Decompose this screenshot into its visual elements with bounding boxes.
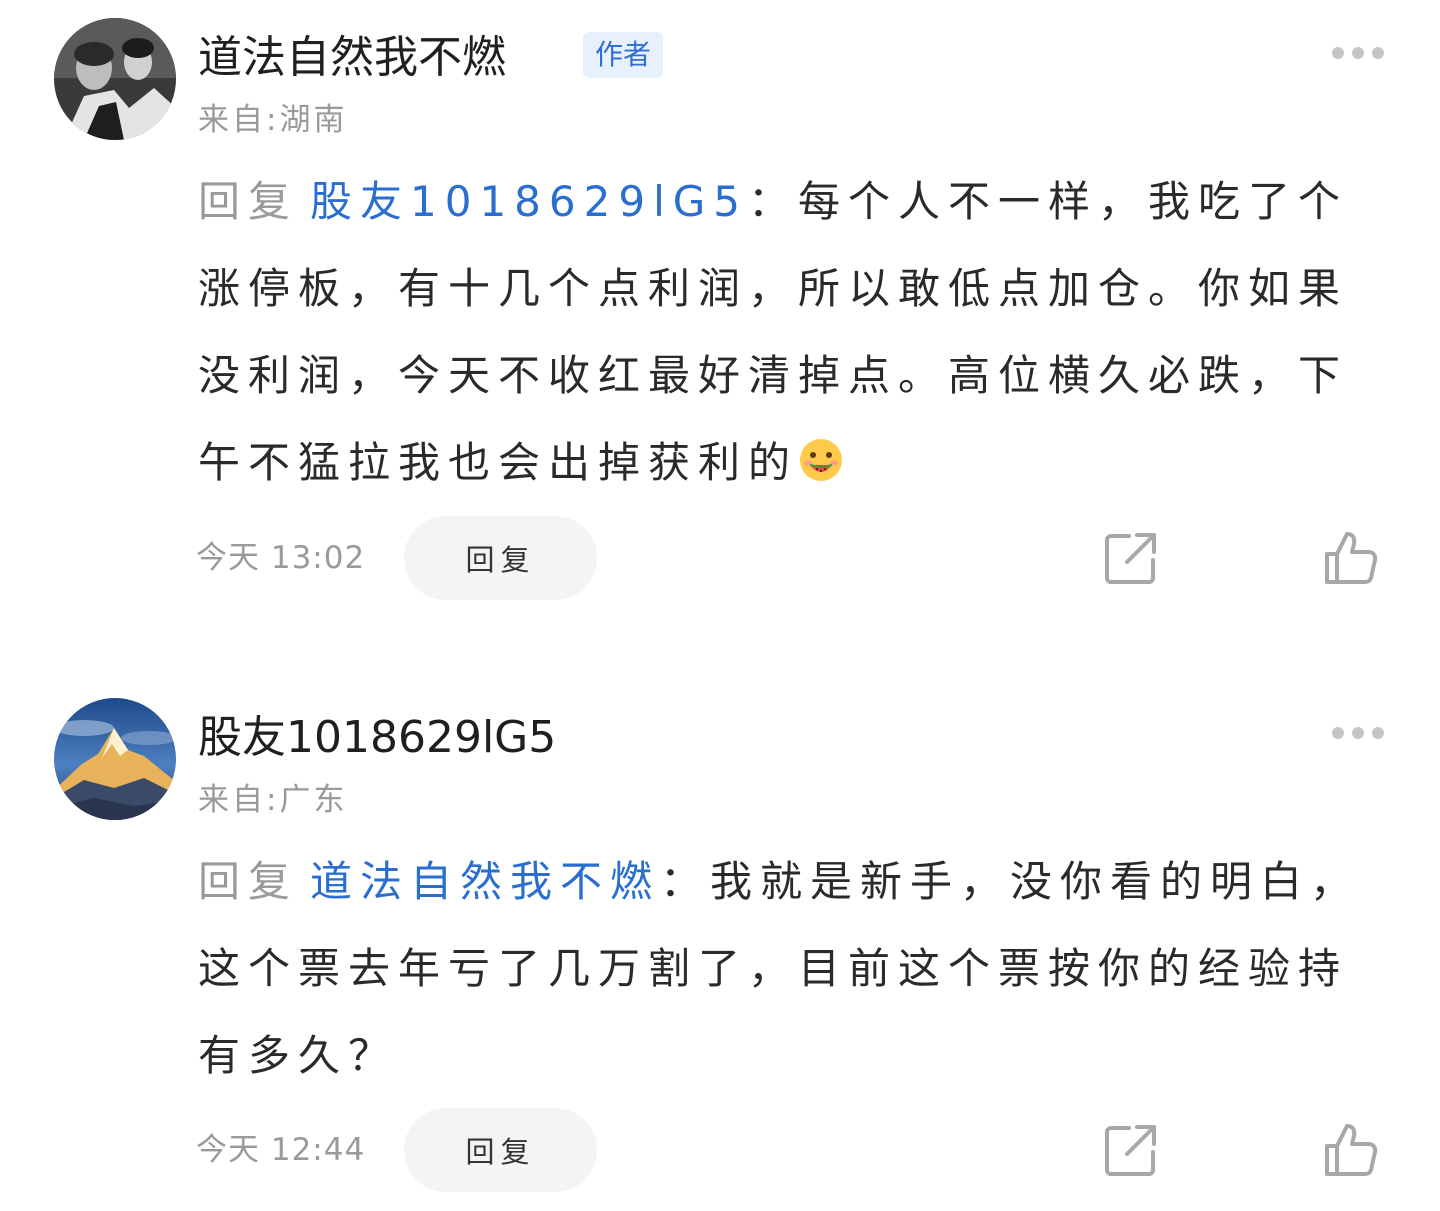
username[interactable]: 股友1018629lG5 bbox=[198, 710, 556, 766]
mention-link[interactable]: 道法自然我不燃 bbox=[310, 857, 660, 906]
more-dots-icon[interactable] bbox=[1330, 45, 1386, 61]
location-label: 来自:广东 bbox=[198, 782, 348, 818]
timestamp: 今天 12:44 bbox=[196, 1132, 366, 1168]
reply-prefix: 回复 bbox=[198, 857, 299, 906]
mention-colon: ： bbox=[660, 857, 711, 906]
comment-item: 道法自然我不燃 作者 来自:湖南 回复 股友1018629lG5：每个人不一样，我… bbox=[0, 0, 1440, 640]
mention-link[interactable]: 股友1018629lG5 bbox=[310, 177, 748, 226]
avatar[interactable] bbox=[54, 698, 176, 820]
reply-button[interactable]: 回复 bbox=[404, 1108, 597, 1192]
timestamp: 今天 13:02 bbox=[196, 540, 366, 576]
watermelon-face-emoji bbox=[798, 425, 844, 481]
avatar[interactable] bbox=[54, 18, 176, 140]
comment-body: 回复 股友1018629lG5：每个人不一样，我吃了个涨停板，有十几个点利润，所以… bbox=[198, 158, 1378, 506]
thumbs-up-icon[interactable] bbox=[1323, 530, 1379, 586]
reply-prefix: 回复 bbox=[198, 177, 299, 226]
location-label: 来自:湖南 bbox=[198, 102, 348, 138]
mention-colon: ： bbox=[748, 177, 799, 226]
author-badge: 作者 bbox=[583, 32, 664, 78]
share-icon[interactable] bbox=[1103, 1122, 1159, 1178]
more-dots-icon[interactable] bbox=[1330, 725, 1386, 741]
username[interactable]: 道法自然我不燃 bbox=[198, 30, 506, 86]
share-icon[interactable] bbox=[1103, 530, 1159, 586]
thumbs-up-icon[interactable] bbox=[1323, 1122, 1379, 1178]
comment-body: 回复 道法自然我不燃：我就是新手，没你看的明白，这个票去年亏了几万割了，目前这个票… bbox=[198, 838, 1378, 1099]
comment-item: 股友1018629lG5 来自:广东 回复 道法自然我不燃：我就是新手，没你看的明… bbox=[0, 690, 1440, 1211]
reply-button[interactable]: 回复 bbox=[404, 516, 597, 600]
